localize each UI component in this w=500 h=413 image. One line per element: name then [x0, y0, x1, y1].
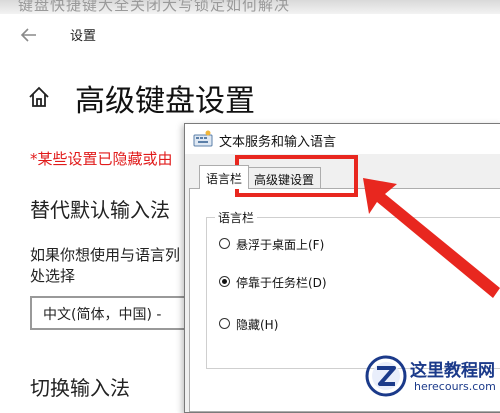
- radio-label: 悬浮于桌面上(F): [236, 238, 325, 252]
- watermark-emblem-icon: [365, 355, 407, 397]
- section-heading-switch-input: 切换输入法: [30, 376, 130, 400]
- dialog-tabstrip: 语言栏 高级键设置: [185, 154, 500, 189]
- radio-circle: [219, 318, 230, 329]
- radio-label: 隐藏(H): [236, 318, 279, 332]
- dialog-titlebar[interactable]: 文本服务和输入语言: [185, 124, 500, 154]
- radio-selected-dot: [222, 279, 227, 284]
- description-line-2: 处选择: [30, 267, 76, 285]
- home-button[interactable]: [26, 84, 52, 110]
- page-title: 高级键盘设置: [75, 84, 255, 119]
- back-button[interactable]: [18, 24, 40, 46]
- radio-label: 停靠于任务栏(D): [236, 276, 327, 290]
- tab-language-bar[interactable]: 语言栏: [199, 165, 250, 189]
- watermark-url: herecours.com: [414, 380, 496, 393]
- radio-circle: [219, 238, 230, 249]
- managed-settings-warning: *某些设置已隐藏或由: [30, 150, 173, 168]
- description-line-1: 如果你想使用与语言列: [30, 246, 181, 264]
- top-banner-text: 键盘快捷键大全关闭大写锁定如何解决: [18, 0, 291, 14]
- back-arrow-icon: [20, 28, 36, 42]
- watermark-name: 这里教程网: [410, 361, 495, 381]
- input-method-selected-value: 中文(简体，中国) -: [43, 307, 162, 323]
- home-icon: [29, 86, 49, 107]
- window-title: 设置: [70, 29, 97, 44]
- keyboard-icon: [193, 130, 213, 147]
- dialog-title: 文本服务和输入语言: [219, 135, 337, 150]
- section-heading-default-input: 替代默认输入法: [30, 198, 170, 222]
- watermark-logo: 这里教程网 herecours.com: [362, 352, 500, 400]
- radio-circle-checked: [219, 276, 230, 287]
- settings-titlebar: 设置: [0, 14, 500, 54]
- input-method-dropdown[interactable]: 中文(简体，中国) -: [30, 296, 200, 330]
- language-bar-group: 语言栏 悬浮于桌面上(F) 停靠于任务栏(D) 隐藏(H): [206, 209, 500, 369]
- group-label: 语言栏: [215, 209, 258, 226]
- top-banner-strip: 键盘快捷键大全关闭大写锁定如何解决: [0, 0, 500, 14]
- tab-advanced-key-settings[interactable]: 高级键设置: [247, 167, 322, 188]
